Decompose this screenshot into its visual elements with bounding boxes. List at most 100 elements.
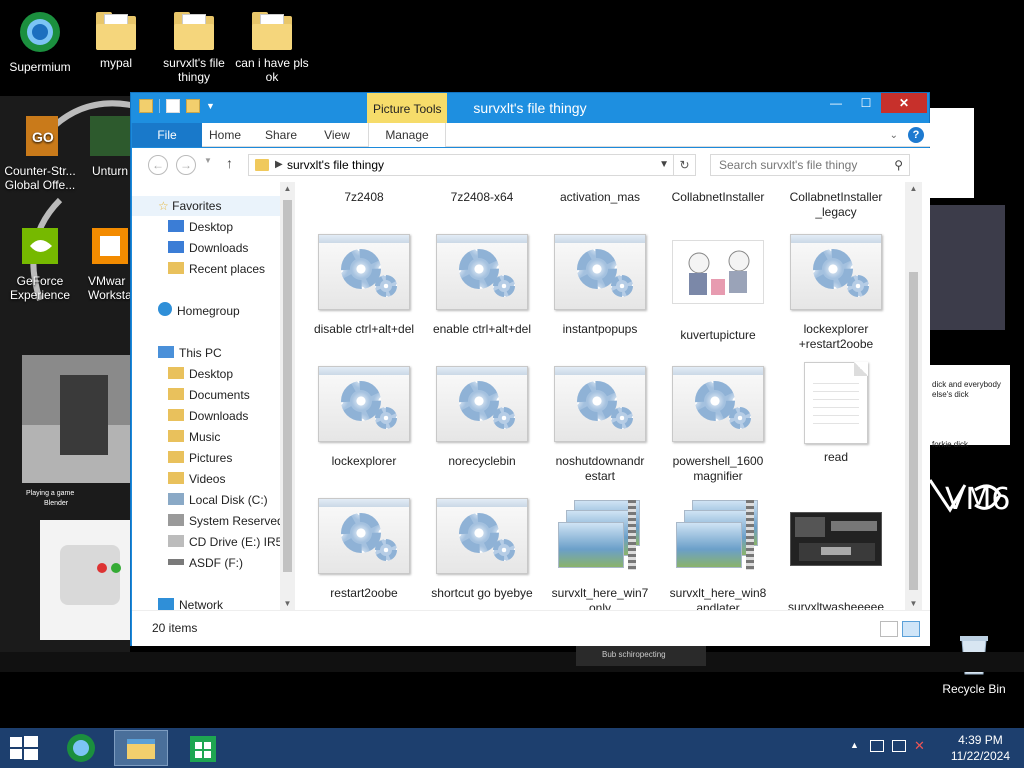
search-placeholder: Search survxlt's file thingy [719,158,858,172]
close-button[interactable]: ✕ [881,93,927,113]
bg-note: dick and everybody else's dick forkie di… [932,380,1001,449]
file-item[interactable]: disable ctrl+alt+del [309,234,419,337]
file-item[interactable]: kuvertupicture [663,234,773,343]
file-item[interactable]: shortcut go byebye [427,498,537,601]
file-item[interactable]: survxlt_here_win8 andlater [663,498,773,610]
desktop-icon-supermium[interactable]: Supermium [0,8,80,74]
file-explorer-icon [127,739,155,759]
scroll-down-icon[interactable]: ▼ [905,599,922,608]
file-name: instantpopups [562,322,638,336]
forward-button[interactable]: → [176,155,196,175]
nav-item-documents[interactable]: Documents [168,385,250,405]
file-item[interactable]: restart2oobe [309,498,419,601]
desktop-icon-can-i-have-pls-ok[interactable]: can i have pls ok [232,8,312,84]
desktop-icon-survxlt-file-thingy[interactable]: survxlt's file thingy [154,8,234,84]
file-item[interactable]: activation_mas [545,190,655,205]
nav-item-music[interactable]: Music [168,427,220,447]
file-item[interactable]: lockexplorer +restart2oobe [781,234,891,352]
vmware-icon [86,222,130,270]
file-item[interactable]: survxltwasheeeee re_yay [781,498,891,610]
nav-homegroup[interactable]: Homegroup [158,301,240,321]
file-item[interactable]: read [781,362,891,465]
chevron-down-icon[interactable]: ▼ [659,155,669,175]
show-hidden-icons-icon[interactable]: ▲ [850,740,859,750]
file-item[interactable]: norecyclebin [427,366,537,469]
nav-item-videos[interactable]: Videos [168,469,225,489]
scroll-down-icon[interactable]: ▼ [280,599,295,608]
file-item[interactable]: enable ctrl+alt+del [427,234,537,337]
view-switcher [880,621,920,637]
tab-view[interactable]: View [314,123,360,147]
nav-item-cd-drive[interactable]: CD Drive (E:) IR5_ [168,532,289,552]
svg-text:GO: GO [32,129,54,145]
address-bar[interactable]: ▶ survxlt's file thingy ▼ [248,154,674,176]
expand-ribbon-icon[interactable]: ⌄ [890,130,898,141]
recent-locations-icon[interactable]: ▼ [204,156,212,165]
action-center-icon[interactable] [870,740,884,752]
nav-item-system-reserved[interactable]: System Reserved [168,511,284,531]
minimize-button[interactable]: — [821,93,851,113]
details-view-button[interactable] [880,621,898,637]
clock[interactable]: 4:39 PM 11/22/2024 [951,732,1010,764]
desktop-icon-mypal[interactable]: mypal [76,8,156,70]
nav-item-recent-places[interactable]: Recent places [168,259,265,279]
large-icons-view-button[interactable] [902,621,920,637]
volume-muted-icon[interactable]: ✕ [914,738,925,754]
file-item[interactable]: 7z2408 [309,190,419,205]
file-name: lockexplorer +restart2oobe [798,322,874,351]
content-scrollbar[interactable]: ▲ ▼ [905,182,922,610]
nav-item-downloads[interactable]: Downloads [168,238,248,258]
nav-item-local-disk[interactable]: Local Disk (C:) [168,490,268,510]
nav-item-pictures[interactable]: Pictures [168,448,232,468]
nav-network[interactable]: Network [158,595,223,610]
maximize-button[interactable]: ☐ [851,93,881,113]
folder-icon [255,159,269,171]
item-count: 20 items [152,621,198,635]
desktop-icon-csgo[interactable]: GO Counter-Str... Global Offe... [0,112,80,192]
scrollbar-thumb[interactable] [909,272,918,590]
file-item[interactable]: instantpopups [545,234,655,337]
taskbar-supermium[interactable] [54,730,108,766]
desktop-icon-label: Recycle Bin [942,682,1006,696]
nav-favorites[interactable]: ☆ Favorites [132,196,280,216]
network-icon[interactable] [892,740,906,752]
taskbar-store[interactable] [176,730,230,766]
back-button[interactable]: ← [148,155,168,175]
file-item[interactable]: powershell_1600 magnifier [663,366,773,484]
file-item[interactable]: lockexplorer [309,366,419,469]
search-input[interactable]: Search survxlt's file thingy ⚲ [710,154,910,176]
desktop-icon-vmware[interactable]: VMwar Worksta [86,222,130,302]
file-item[interactable]: 7z2408-x64 [427,190,537,205]
desktop-icon-unturned[interactable]: Unturn [86,112,130,178]
tab-home[interactable]: Home [202,123,248,147]
file-item[interactable]: CollabnetInstaller [663,190,773,205]
start-icon [10,736,38,760]
up-arrow-icon[interactable]: ↑ [226,155,233,171]
scroll-up-icon[interactable]: ▲ [280,184,295,193]
gear-icon [318,234,410,310]
desktop-icon-geforce[interactable]: GeForce Experience [0,222,80,302]
file-item[interactable]: survxlt_here_win7 only [545,498,655,610]
tab-file[interactable]: File [132,123,202,147]
nav-item-desktop[interactable]: Desktop [168,364,233,384]
nav-label: Local Disk (C:) [189,493,268,507]
nav-this-pc[interactable]: This PC [158,343,222,363]
tab-manage[interactable]: Manage [368,123,446,147]
start-button[interactable] [10,736,38,760]
scroll-up-icon[interactable]: ▲ [905,184,922,193]
help-icon[interactable]: ? [908,127,924,143]
nav-item-downloads[interactable]: Downloads [168,406,248,426]
refresh-button[interactable]: ↻ [674,154,696,176]
nav-label: Music [189,430,221,444]
file-item[interactable]: CollabnetInstaller _legacy [781,190,891,220]
nav-item-asdf[interactable]: ASDF (F:) [168,553,243,573]
tab-share[interactable]: Share [258,123,304,147]
taskbar-file-explorer[interactable] [114,730,168,766]
chevron-right-icon[interactable]: ▶ [275,155,283,175]
nav-item-desktop[interactable]: Desktop [168,217,233,237]
nav-scrollbar[interactable]: ▲ ▼ [280,182,295,610]
drive-icon [168,514,184,526]
title-bar[interactable]: ▼ Picture Tools survxlt's file thingy — … [131,93,929,123]
scrollbar-thumb[interactable] [283,200,292,572]
file-item[interactable]: noshutdownandr estart [545,366,655,484]
